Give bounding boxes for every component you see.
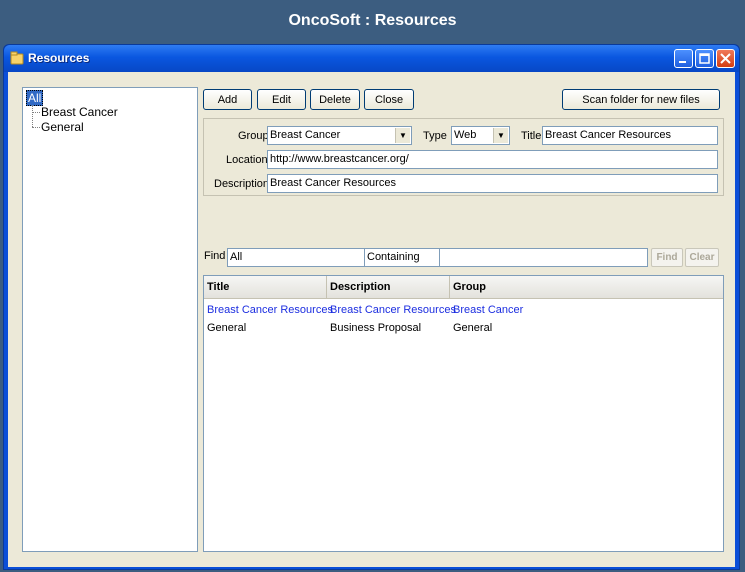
- type-label: Type: [423, 130, 447, 142]
- find-label: Find: [204, 250, 226, 262]
- scan-folder-button[interactable]: Scan folder for new files: [562, 89, 720, 110]
- group-label: Group: [238, 130, 269, 142]
- window-title: Resources: [28, 51, 90, 65]
- table-cell-description[interactable]: Breast Cancer Resources: [330, 304, 456, 316]
- table-cell-group[interactable]: General: [453, 322, 492, 334]
- column-header-group[interactable]: Group: [450, 276, 723, 298]
- minimize-icon: [679, 61, 686, 63]
- close-window-button[interactable]: [716, 49, 735, 68]
- title-field[interactable]: Breast Cancer Resources: [542, 126, 718, 145]
- type-select[interactable]: Web ▼: [451, 126, 510, 145]
- find-bar: Find All Containing Find Clear: [203, 246, 724, 268]
- table-cell-title[interactable]: General: [207, 322, 246, 334]
- title-label: Title: [521, 130, 542, 142]
- column-header-description[interactable]: Description: [327, 276, 450, 298]
- location-label: Location: [226, 154, 268, 166]
- app-header: OncoSoft : Resources: [0, 0, 745, 42]
- tree-item-all[interactable]: All: [26, 90, 44, 106]
- location-field[interactable]: http://www.breastcancer.org/: [267, 150, 718, 169]
- edit-button[interactable]: Edit: [257, 89, 306, 110]
- window-client-area: All Breast Cancer General Add Edit Delet…: [8, 72, 735, 567]
- app-title: OncoSoft : Resources: [288, 12, 457, 29]
- window-icon: [10, 51, 24, 65]
- find-mode-select[interactable]: Containing: [364, 248, 440, 267]
- table-cell-group[interactable]: Breast Cancer: [453, 304, 523, 316]
- resources-window: Resources All Breast Cancer General Add …: [3, 44, 740, 570]
- minimize-button[interactable]: [674, 49, 693, 68]
- group-select[interactable]: Breast Cancer ▼: [267, 126, 412, 145]
- chevron-down-icon[interactable]: ▼: [493, 128, 508, 143]
- group-value: Breast Cancer: [270, 129, 341, 141]
- maximize-button[interactable]: [695, 49, 714, 68]
- table-header: Title Description Group: [204, 276, 723, 299]
- delete-button[interactable]: Delete: [310, 89, 360, 110]
- window-titlebar[interactable]: Resources: [4, 45, 739, 72]
- maximize-icon: [699, 53, 710, 64]
- resource-details-panel: Group Breast Cancer ▼ Type Web ▼ Title B…: [203, 118, 724, 196]
- tree-connector: [32, 105, 33, 127]
- type-value: Web: [454, 129, 477, 141]
- tree-item-breast-cancer[interactable]: Breast Cancer: [41, 105, 118, 119]
- tree-connector: [32, 127, 40, 128]
- description-label: Description: [214, 178, 270, 190]
- tree-item-general[interactable]: General: [41, 120, 84, 134]
- chevron-down-icon[interactable]: ▼: [395, 128, 410, 143]
- add-button[interactable]: Add: [203, 89, 252, 110]
- table-cell-title[interactable]: Breast Cancer Resources: [207, 304, 333, 316]
- description-field[interactable]: Breast Cancer Resources: [267, 174, 718, 193]
- tree-connector: [32, 112, 40, 113]
- close-icon: [720, 53, 731, 64]
- find-value-input[interactable]: [439, 248, 648, 267]
- column-header-title[interactable]: Title: [204, 276, 327, 298]
- find-field-select[interactable]: All: [227, 248, 365, 267]
- table-cell-description[interactable]: Business Proposal: [330, 322, 421, 334]
- clear-button[interactable]: Clear: [685, 248, 719, 267]
- resources-table[interactable]: Title Description Group Breast Cancer Re…: [203, 275, 724, 552]
- group-tree[interactable]: All Breast Cancer General: [22, 87, 198, 552]
- close-button[interactable]: Close: [364, 89, 414, 110]
- find-button[interactable]: Find: [651, 248, 683, 267]
